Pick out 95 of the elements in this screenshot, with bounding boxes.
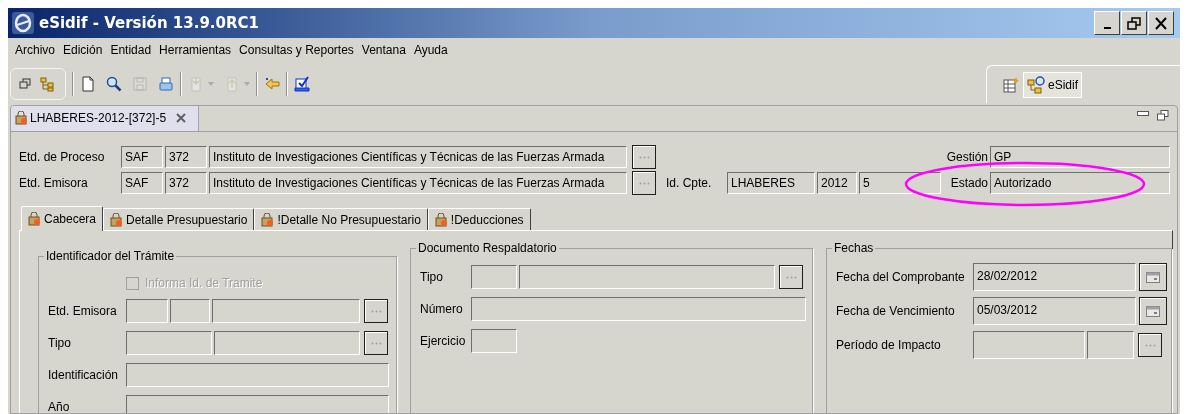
input-field[interactable]: Autorizado <box>990 172 1170 194</box>
input-field[interactable]: SAF <box>121 146 163 168</box>
lock-icon <box>110 212 123 227</box>
input-field[interactable] <box>973 331 1085 359</box>
field-label: Estado <box>950 175 988 192</box>
arrow-icon <box>264 76 280 92</box>
field-label: Ejercicio <box>420 333 467 350</box>
editor-tab[interactable]: LHABERES-2012-[372]-5 <box>11 106 199 131</box>
input-field[interactable] <box>471 265 517 289</box>
field-label: Tipo <box>48 335 72 352</box>
calendar-icon <box>1146 305 1160 317</box>
input-field[interactable]: LHABERES <box>727 172 815 194</box>
field-label: Período de Impacto <box>836 337 942 354</box>
group-title: Fechas <box>833 240 875 257</box>
window-title: eSidif - Versión 13.9.0RC1 <box>39 12 259 34</box>
restore-button[interactable] <box>1121 11 1147 35</box>
lock-icon <box>261 212 274 227</box>
browse-button[interactable] <box>632 171 656 195</box>
caret-icon <box>244 82 250 86</box>
input-field[interactable]: SAF <box>121 172 163 194</box>
restore-icon <box>1157 110 1169 121</box>
tab[interactable]: Cabecera <box>21 206 104 231</box>
field-label: Identificación <box>48 367 120 384</box>
minimize-button[interactable] <box>1094 11 1120 35</box>
close-icon <box>175 112 188 124</box>
input-field[interactable]: 05/03/2012 <box>973 297 1136 325</box>
field-label: Número <box>420 301 464 318</box>
field-label: Año <box>48 399 71 413</box>
document-icon <box>80 76 96 92</box>
field-label: Etd. Emisora <box>19 175 89 192</box>
input-field[interactable]: 2012 <box>817 172 857 194</box>
input-field[interactable]: Instituto de Investigaciones Científicas y Técnicas de las Fuerzas Armada <box>209 146 627 168</box>
input-field[interactable] <box>126 299 168 323</box>
hierarchy-icon <box>1027 75 1045 94</box>
browse-button[interactable] <box>364 299 388 323</box>
table-add-icon <box>1003 76 1019 93</box>
minimize-icon <box>1103 27 1111 29</box>
restore-icon <box>1125 14 1143 32</box>
search-icon <box>106 76 122 92</box>
browse-button[interactable] <box>779 265 803 289</box>
browse-button[interactable] <box>364 331 388 355</box>
input-field[interactable] <box>126 363 389 387</box>
close-button[interactable] <box>1148 11 1174 35</box>
calendar-icon <box>1146 271 1160 283</box>
group-title: Identificador del Trámite <box>45 248 176 265</box>
input-field[interactable] <box>519 265 775 289</box>
field-label: Gestión <box>946 149 988 166</box>
menu-item[interactable]: Consultas y Reportes <box>235 41 358 59</box>
checklist-icon <box>294 76 310 92</box>
menu-item[interactable]: Ventana <box>357 41 410 59</box>
input-field[interactable]: 5 <box>859 172 941 194</box>
tab[interactable]: !Detalle No Presupuestario <box>254 208 428 230</box>
input-field[interactable] <box>471 297 806 321</box>
menu-item[interactable]: Entidad <box>106 41 156 59</box>
menu-item[interactable]: Ayuda <box>409 41 452 59</box>
app-logo-icon <box>11 11 35 35</box>
printer-icon <box>158 76 174 92</box>
caret-icon <box>208 82 214 86</box>
field-label: Tipo <box>420 269 444 286</box>
input-field[interactable]: 372 <box>165 146 207 168</box>
perspective-button[interactable]: eSidif <box>1023 71 1083 98</box>
toolbar-button[interactable] <box>80 73 96 95</box>
field-label: Etd. de Proceso <box>19 149 106 166</box>
restore-window-icon <box>17 76 33 92</box>
menu-item[interactable]: Herramientas <box>155 41 236 59</box>
field-label: Etd. Emisora <box>48 303 118 320</box>
input-field[interactable] <box>212 299 360 323</box>
input-field[interactable]: 28/02/2012 <box>973 263 1136 291</box>
tab[interactable]: Detalle Presupuestario <box>103 208 255 230</box>
browse-button[interactable] <box>632 145 656 169</box>
input-field[interactable] <box>214 331 360 355</box>
field-label: Fecha de Vencimiento <box>836 303 956 320</box>
field-label: Id. Cpte. <box>666 175 713 192</box>
menu-item[interactable]: Edición <box>59 41 107 59</box>
input-field[interactable]: GP <box>990 146 1170 168</box>
lock-icon <box>15 111 27 125</box>
minimize-icon <box>1137 111 1149 117</box>
calendar-button[interactable] <box>1139 297 1167 325</box>
input-field[interactable] <box>126 331 212 355</box>
group-title: Documento Respaldatorio <box>417 240 558 257</box>
hierarchy-icon <box>39 76 55 92</box>
tab-label: LHABERES-2012-[372]-5 <box>30 110 167 127</box>
lock-icon <box>28 212 40 226</box>
input-field[interactable] <box>471 329 517 353</box>
lock-icon <box>434 212 447 227</box>
input-field[interactable]: 372 <box>165 172 207 194</box>
calendar-button[interactable] <box>1139 263 1167 291</box>
input-field[interactable] <box>126 395 389 413</box>
input-field[interactable] <box>1087 331 1134 359</box>
tab[interactable]: !Deducciones <box>427 208 531 230</box>
browse-button[interactable] <box>1138 333 1162 357</box>
input-field[interactable]: Instituto de Investigaciones Científicas y Técnicas de las Fuerzas Armada <box>209 172 627 194</box>
menu-item[interactable]: Archivo <box>11 41 59 59</box>
input-field[interactable] <box>170 299 210 323</box>
field-label: Fecha del Comprobante <box>836 269 966 286</box>
